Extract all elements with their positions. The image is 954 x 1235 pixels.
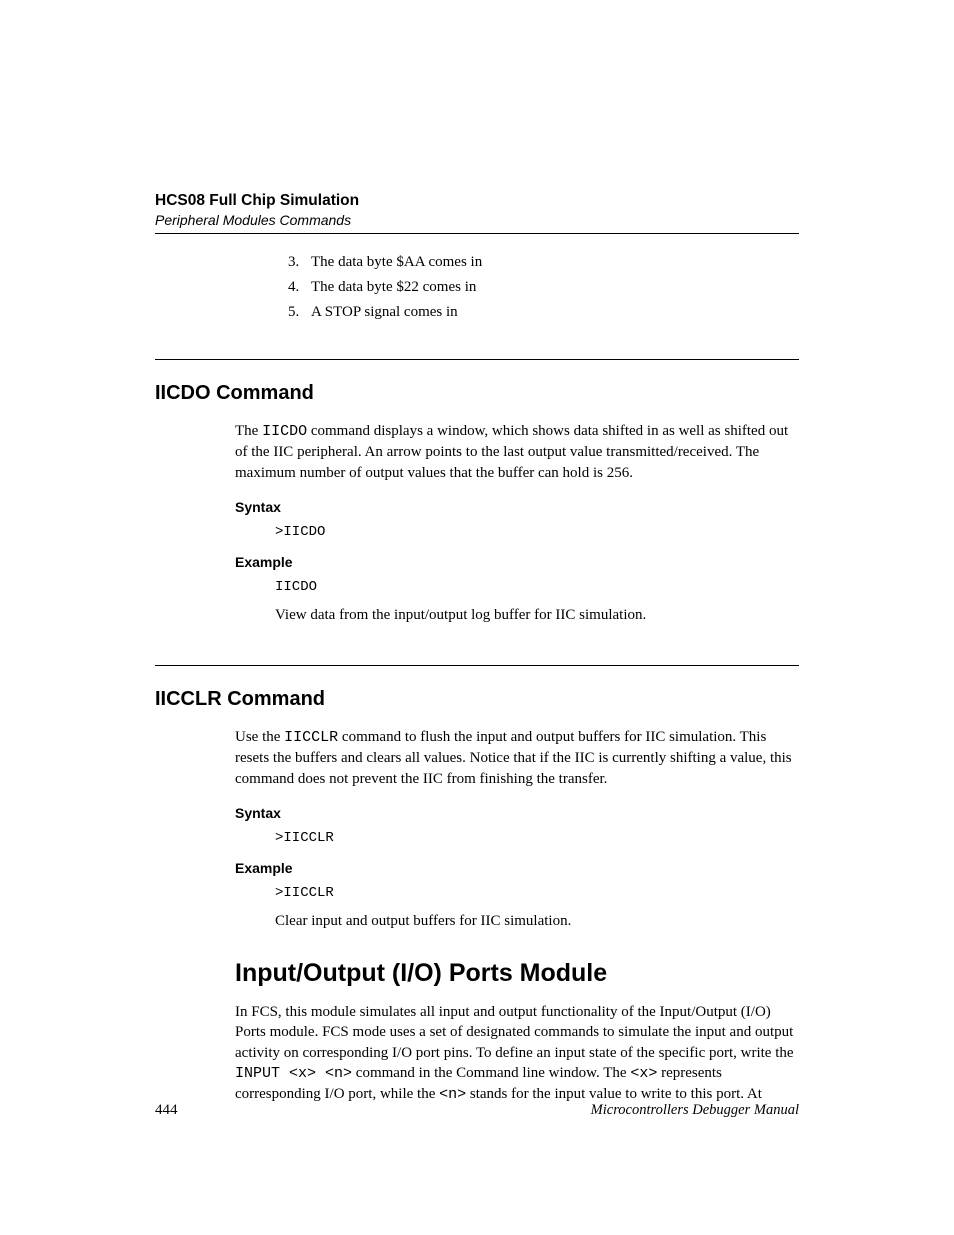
list-item: The data byte $AA comes in (303, 254, 799, 271)
syntax-heading: Syntax (235, 499, 799, 515)
inline-code: IICCLR (284, 729, 338, 746)
example-text: Clear input and output buffers for IIC s… (275, 911, 799, 931)
iicclr-section: IICCLR Command Use the IICCLR command to… (155, 688, 799, 931)
continued-list: The data byte $AA comes in The data byte… (155, 254, 799, 321)
section-heading-iicclr: IICCLR Command (155, 688, 799, 711)
text-fragment: command displays a window, which shows d… (235, 423, 788, 481)
header-divider (155, 233, 799, 234)
inline-code: <x> (630, 1065, 657, 1082)
header-subtitle: Peripheral Modules Commands (155, 212, 799, 228)
text-fragment: stands for the input value to write to t… (466, 1086, 762, 1102)
section-divider (155, 665, 799, 666)
syntax-code: >IICDO (275, 524, 799, 540)
syntax-heading: Syntax (235, 805, 799, 821)
list-item: The data byte $22 comes in (303, 279, 799, 296)
io-module-description: In FCS, this module simulates all input … (235, 1002, 799, 1105)
example-heading: Example (235, 554, 799, 570)
header-title: HCS08 Full Chip Simulation (155, 192, 799, 210)
inline-code: <n> (439, 1086, 466, 1103)
inline-code: INPUT <x> <n> (235, 1065, 352, 1082)
iicdo-section: IICDO Command The IICDO command displays… (155, 382, 799, 625)
example-code: IICDO (275, 579, 799, 595)
io-module-section: Input/Output (I/O) Ports Module In FCS, … (235, 959, 799, 1105)
section-heading-iicdo: IICDO Command (155, 382, 799, 405)
footer-title: Microcontrollers Debugger Manual (591, 1102, 799, 1119)
section-divider (155, 359, 799, 360)
syntax-code: >IICCLR (275, 830, 799, 846)
iicclr-description: Use the IICCLR command to flush the inpu… (235, 727, 799, 789)
text-fragment: Use the (235, 729, 284, 745)
text-fragment: command in the Command line window. The (352, 1065, 630, 1081)
iicdo-description: The IICDO command displays a window, whi… (235, 421, 799, 483)
inline-code: IICDO (262, 423, 307, 440)
text-fragment: In FCS, this module simulates all input … (235, 1004, 794, 1061)
page-footer: 444 Microcontrollers Debugger Manual (155, 1102, 799, 1119)
page-header: HCS08 Full Chip Simulation Peripheral Mo… (155, 192, 799, 234)
example-code: >IICCLR (275, 885, 799, 901)
io-module-heading: Input/Output (I/O) Ports Module (235, 959, 799, 988)
page-number: 444 (155, 1102, 178, 1119)
text-fragment: The (235, 423, 262, 439)
example-text: View data from the input/output log buff… (275, 605, 799, 625)
list-item: A STOP signal comes in (303, 304, 799, 321)
example-heading: Example (235, 860, 799, 876)
